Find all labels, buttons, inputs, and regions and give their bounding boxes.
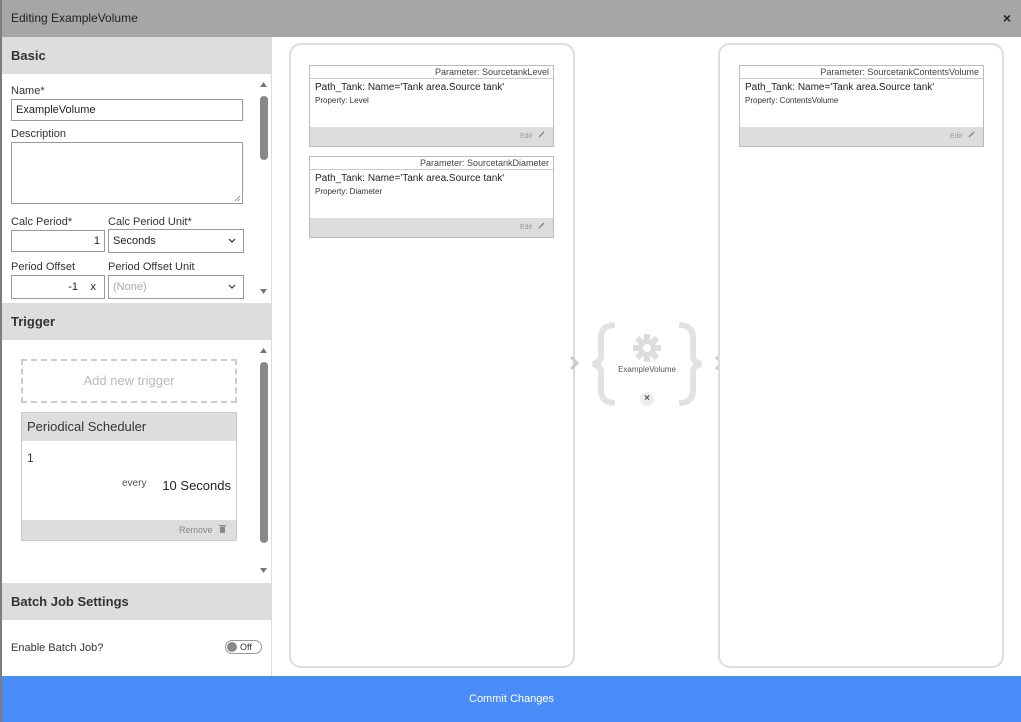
edit-label: Edit [519,224,533,231]
close-icon[interactable]: × [1003,0,1011,37]
edit-parameter-button[interactable]: Edit [740,127,983,146]
edit-dialog: Editing ExampleVolume × Basic Name* Exam… [2,0,1021,722]
edit-parameter-button[interactable]: Edit [310,218,553,237]
parameter-card: Parameter: SourcetankLevel Path_Tank: Na… [309,65,554,147]
remove-trigger-button[interactable]: Remove [22,520,236,540]
basic-section-heading: Basic [2,37,271,74]
parameter-property: Property: Level [315,96,369,105]
parameter-name: Parameter: SourcetankDiameter [310,157,553,170]
name-input[interactable]: ExampleVolume [11,99,243,121]
trash-icon [219,525,226,533]
calculation-name: ExampleVolume [618,365,676,374]
periodical-scheduler-card: Periodical Scheduler 1 every 10 Seconds … [21,412,237,541]
description-label: Description [11,128,67,140]
period-offset-input[interactable]: -1 x [11,275,105,299]
scroll-down-icon[interactable] [259,566,268,575]
period-offset-value: -1 [68,281,78,293]
parameter-path: Path_Tank: Name='Tank area.Source tank' [315,82,505,93]
trigger-scrollbar[interactable] [259,346,268,576]
calc-period-label: Calc Period* [11,216,73,228]
dialog-titlebar: Editing ExampleVolume × [2,0,1021,37]
pencil-icon [968,131,975,138]
add-trigger-button[interactable]: Add new trigger [21,359,237,403]
parameter-property: Property: Diameter [315,187,383,196]
period-offset-label: Period Offset [11,261,75,273]
parameter-card: Parameter: SourcetankContentsVolume Path… [739,65,984,147]
edit-label: Edit [949,133,963,140]
clear-offset-button[interactable]: x [91,276,97,298]
commit-changes-button[interactable]: Commit Changes [2,676,1021,722]
scheduler-title: Periodical Scheduler [22,413,236,441]
remove-calculation-button[interactable]: × [640,392,654,406]
parameter-name: Parameter: SourcetankContentsVolume [740,66,983,79]
parameter-card: Parameter: SourcetankDiameter Path_Tank:… [309,156,554,238]
calc-period-unit-value: Seconds [113,235,156,247]
parameter-path: Path_Tank: Name='Tank area.Source tank' [315,173,505,184]
chevron-down-icon [228,284,236,289]
remove-label: Remove [178,525,213,535]
calc-period-unit-label: Calc Period Unit* [108,216,192,228]
chevron-right-icon [569,355,579,371]
scroll-up-icon[interactable] [259,346,268,355]
calc-period-input[interactable]: 1 [11,230,105,252]
pencil-icon [538,131,545,138]
batch-section-heading: Batch Job Settings [2,583,271,620]
edit-parameter-button[interactable]: Edit [310,127,553,146]
scroll-down-icon[interactable] [259,287,268,296]
scroll-thumb[interactable] [260,96,268,160]
period-offset-unit-label: Period Offset Unit [108,261,195,273]
parameter-path: Path_Tank: Name='Tank area.Source tank' [745,82,935,93]
parameter-property: Property: ContentsVolume [745,96,839,105]
period-offset-unit-value: (None) [113,281,147,293]
scheduler-every-label: every [122,478,147,489]
trigger-section-heading: Trigger [2,303,271,340]
scheduler-interval: 10 Seconds [162,478,231,493]
name-label: Name* [11,85,45,97]
scroll-up-icon[interactable] [259,80,268,89]
enable-batch-label: Enable Batch Job? [11,642,104,654]
basic-scrollbar[interactable] [259,80,268,298]
scheduler-value: 1 [27,451,34,465]
parameter-name: Parameter: SourcetankLevel [310,66,553,79]
scroll-thumb[interactable] [260,362,268,543]
pencil-icon [538,222,545,229]
settings-panel: Basic Name* ExampleVolume Description Ca… [2,37,272,676]
resize-grip-icon[interactable] [234,195,241,202]
period-offset-unit-select[interactable]: (None) [108,275,244,299]
edit-label: Edit [519,133,533,140]
calc-period-unit-select[interactable]: Seconds [108,229,244,253]
chevron-down-icon [228,238,236,243]
description-textarea[interactable] [11,142,243,204]
dialog-title: Editing ExampleVolume [11,11,138,25]
batch-toggle[interactable]: Off [225,640,262,654]
toggle-state: Off [240,642,252,652]
toggle-knob [227,642,237,652]
